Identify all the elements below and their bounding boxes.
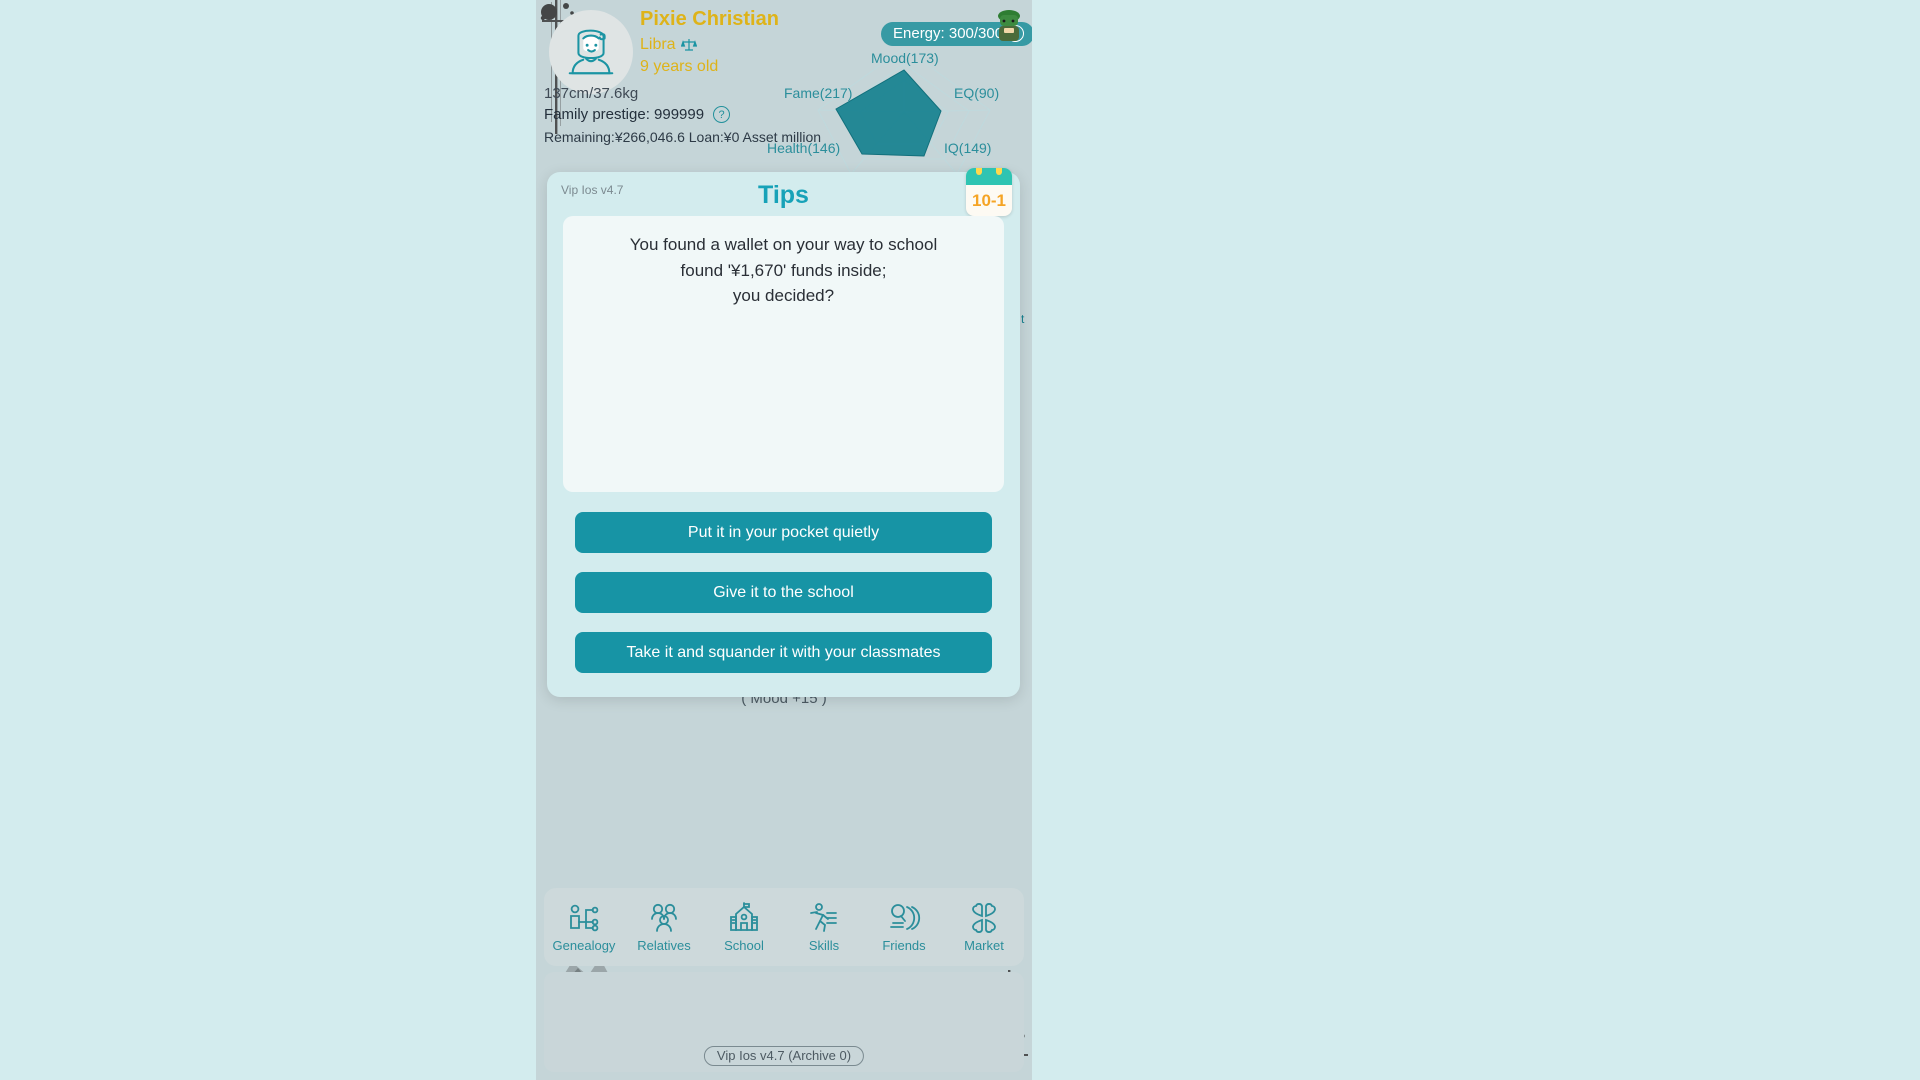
choice-button-1[interactable]: Put it in your pocket quietly [575, 512, 992, 553]
message-line-1: You found a wallet on your way to school [629, 235, 938, 254]
skills-icon [810, 903, 837, 932]
radar-label-fame: Fame(217) [784, 85, 853, 101]
choice-button-2[interactable]: Give it to the school [575, 572, 992, 613]
avatar[interactable] [549, 10, 633, 94]
question-mark-icon[interactable]: ? [713, 106, 731, 123]
nav-label-market: Market [964, 938, 1004, 953]
message-line-2: found '¥1,670' funds inside; [680, 260, 887, 280]
message-line-3: you decided? [732, 286, 835, 305]
calendar-date: 10-1 [971, 190, 1007, 210]
school-icon [730, 902, 758, 931]
nav-label-relatives: Relatives [637, 938, 691, 953]
friends-icon [890, 904, 921, 930]
screen-root: Pixie Christian Libra 9 years old 137cm/… [0, 0, 1920, 1080]
nav-label-skills: Skills [808, 938, 840, 953]
radar-label-health: Health(146) [767, 140, 841, 156]
energy-label: Energy: 300/300 [893, 25, 1004, 42]
tips-dialog: Vip Ios v4.7 Tips 10-1 You found a walle… [547, 168, 1020, 697]
dialog-choices: Put it in your pocket quietly Give it to… [575, 512, 992, 692]
nav-item-relatives[interactable]: Relatives [629, 901, 699, 953]
body-info: 137cm/37.6kg [544, 85, 639, 102]
nav-label-genealogy: Genealogy [552, 938, 616, 953]
dialog-title: Tips [758, 181, 809, 209]
radar-label-iq: IQ(149) [944, 140, 992, 156]
nav-item-market[interactable]: Market [949, 901, 1019, 953]
nav-label-school: School [724, 938, 764, 953]
relatives-icon [651, 903, 677, 932]
scales-icon [680, 39, 697, 51]
zodiac-row: Libra [640, 36, 697, 54]
background-sliver-text: t [1021, 312, 1025, 326]
footer-panel: Vip Ios v4.7 (Archive 0) [544, 972, 1024, 1072]
nav-item-school[interactable]: School [709, 901, 779, 953]
choice-button-3[interactable]: Take it and squander it with your classm… [575, 632, 992, 673]
nav-label-friends: Friends [882, 938, 926, 953]
calendar-icon: 10-1 [966, 168, 1012, 216]
profile-header: Pixie Christian Libra 9 years old 137cm/… [536, 0, 1032, 175]
nav-item-friends[interactable]: Friends [869, 901, 939, 953]
family-prestige-label: Family prestige: 999999 [544, 106, 705, 123]
girl-avatar-icon [568, 29, 614, 75]
nav-item-genealogy[interactable]: Genealogy [549, 901, 619, 953]
radar-label-mood: Mood(173) [871, 50, 939, 66]
soldier-badge-icon [998, 10, 1020, 41]
zodiac-label: Libra [640, 36, 676, 53]
phone-frame: Pixie Christian Libra 9 years old 137cm/… [536, 0, 1032, 1080]
dialog-message: You found a wallet on your way to school… [563, 216, 1004, 492]
family-prestige-row: Family prestige: 999999 ? [544, 106, 731, 123]
archive-badge[interactable]: Vip Ios v4.7 (Archive 0) [703, 1046, 865, 1066]
age-label: 9 years old [640, 58, 719, 75]
market-icon [972, 903, 996, 933]
page-title: Pixie Christian [640, 8, 779, 30]
bottom-navigation: Genealogy Relatives School Skills Friend… [544, 888, 1024, 966]
nav-item-skills[interactable]: Skills [789, 901, 859, 953]
radar-label-eq: EQ(90) [954, 85, 1000, 101]
genealogy-icon [570, 904, 599, 932]
